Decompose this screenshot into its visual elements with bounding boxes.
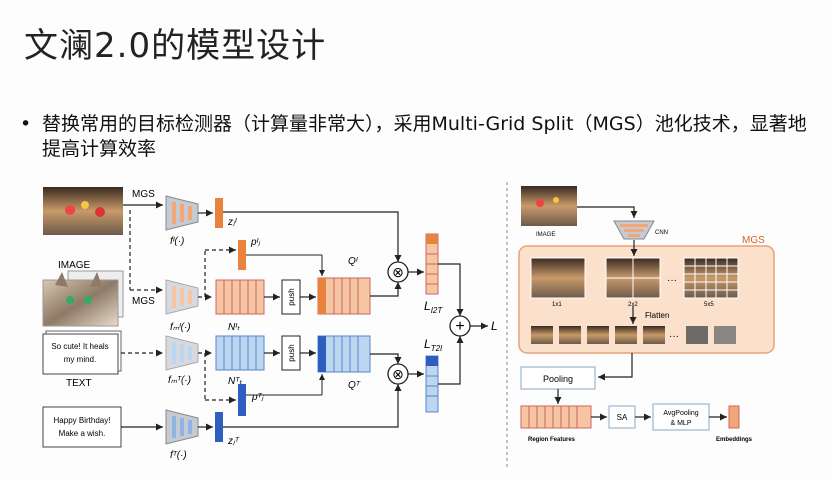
momentum-image-encoder xyxy=(165,279,199,315)
z-i-label: zⱼᴵ xyxy=(227,217,238,228)
text-box-1 xyxy=(42,330,122,375)
z-i-vector xyxy=(215,198,223,228)
architecture-diagram: MGS fᴵ(·) zⱼᴵ IMAGE MGS fₘᴵ(·) pᴵⱼ Nᴵₜ p… xyxy=(42,182,775,468)
avgpool-line2: & MLP xyxy=(670,420,691,427)
cnn-block xyxy=(613,220,655,240)
loss-t2i-label: LT2I xyxy=(424,337,443,353)
cnn-label: CNN xyxy=(655,230,668,236)
text-encoder xyxy=(165,409,199,445)
z-t-label: zⱼᵀ xyxy=(227,436,240,447)
embeddings-label: Embeddings xyxy=(716,437,753,443)
sa-label: SA xyxy=(617,413,628,422)
push-label-2: push xyxy=(287,344,296,361)
p-t-label: pᵀⱼ xyxy=(251,392,265,403)
image-label: IMAGE xyxy=(58,260,91,271)
avgpool-line1: AvgPooling xyxy=(663,410,698,417)
mgs-label-top: MGS xyxy=(132,189,155,200)
loss-i2t-label: LI2T xyxy=(424,299,443,315)
text-box-1-line1: So cute! It heals xyxy=(51,342,108,351)
grid-ellipsis: ··· xyxy=(667,275,677,286)
q-t-queue xyxy=(317,335,371,373)
text-label: TEXT xyxy=(66,378,92,389)
f-m-i-label: fₘᴵ(·) xyxy=(170,322,191,333)
n-i-label: Nᴵₜ xyxy=(228,322,241,333)
text-box-2 xyxy=(42,406,122,448)
arrow xyxy=(370,282,402,297)
grid-5x5-label: 5x5 xyxy=(704,302,714,308)
grid-1x1 xyxy=(530,257,586,299)
p-i-label: pᴵⱼ xyxy=(250,237,261,248)
image-encoder xyxy=(165,195,199,231)
q-i-label: Qᴵ xyxy=(348,256,359,267)
otimes-top: ⊗ xyxy=(392,264,404,280)
q-i-queue xyxy=(317,277,371,315)
region-features xyxy=(520,405,592,429)
f-m-t-label: fₘᵀ(·) xyxy=(168,375,191,386)
push-label-1: push xyxy=(287,288,296,305)
grid-2x2 xyxy=(605,257,661,299)
n-t-label: Nᵀₜ xyxy=(228,376,243,387)
cake-image-top xyxy=(43,187,123,235)
text-box-2-line1: Happy Birthday! xyxy=(54,416,111,425)
p-t-vector xyxy=(238,384,246,416)
patch-ellipsis: ··· xyxy=(669,331,679,342)
total-loss-label: L xyxy=(491,319,498,333)
logits-i2t xyxy=(425,233,439,295)
grid-5x5 xyxy=(683,257,739,299)
flatten-label: Flatten xyxy=(645,311,669,320)
text-box-2-line2: Make a wish. xyxy=(59,429,106,438)
z-t-vector xyxy=(215,412,223,442)
otimes-bottom: ⊗ xyxy=(392,366,404,382)
mgs-box-label: MGS xyxy=(742,235,765,246)
f-t-label: fᵀ(·) xyxy=(170,450,187,461)
mgs-label-bottom: MGS xyxy=(132,296,155,307)
momentum-text-encoder xyxy=(165,335,199,371)
region-features-label: Region Features xyxy=(528,437,576,443)
logits-t2i xyxy=(425,355,439,413)
arrow xyxy=(598,353,633,381)
arrow xyxy=(370,353,402,364)
text-box-1-line2: my mind. xyxy=(64,355,96,364)
arrow xyxy=(223,384,402,428)
q-t-label: Qᵀ xyxy=(348,380,361,391)
n-t-queue xyxy=(215,335,265,371)
p-i-vector xyxy=(238,240,246,270)
pooling-label: Pooling xyxy=(543,374,573,384)
grid-1x1-label: 1x1 xyxy=(552,302,562,308)
right-input-image xyxy=(521,186,577,226)
arrow xyxy=(577,206,638,218)
embedding-vector xyxy=(728,405,740,429)
n-i-queue xyxy=(215,279,265,315)
oplus: + xyxy=(455,318,464,335)
flattened-patches xyxy=(531,326,736,344)
right-image-label: IMAGE xyxy=(536,232,555,238)
f-i-label: fᴵ(·) xyxy=(170,236,184,247)
cat-image xyxy=(42,270,124,327)
